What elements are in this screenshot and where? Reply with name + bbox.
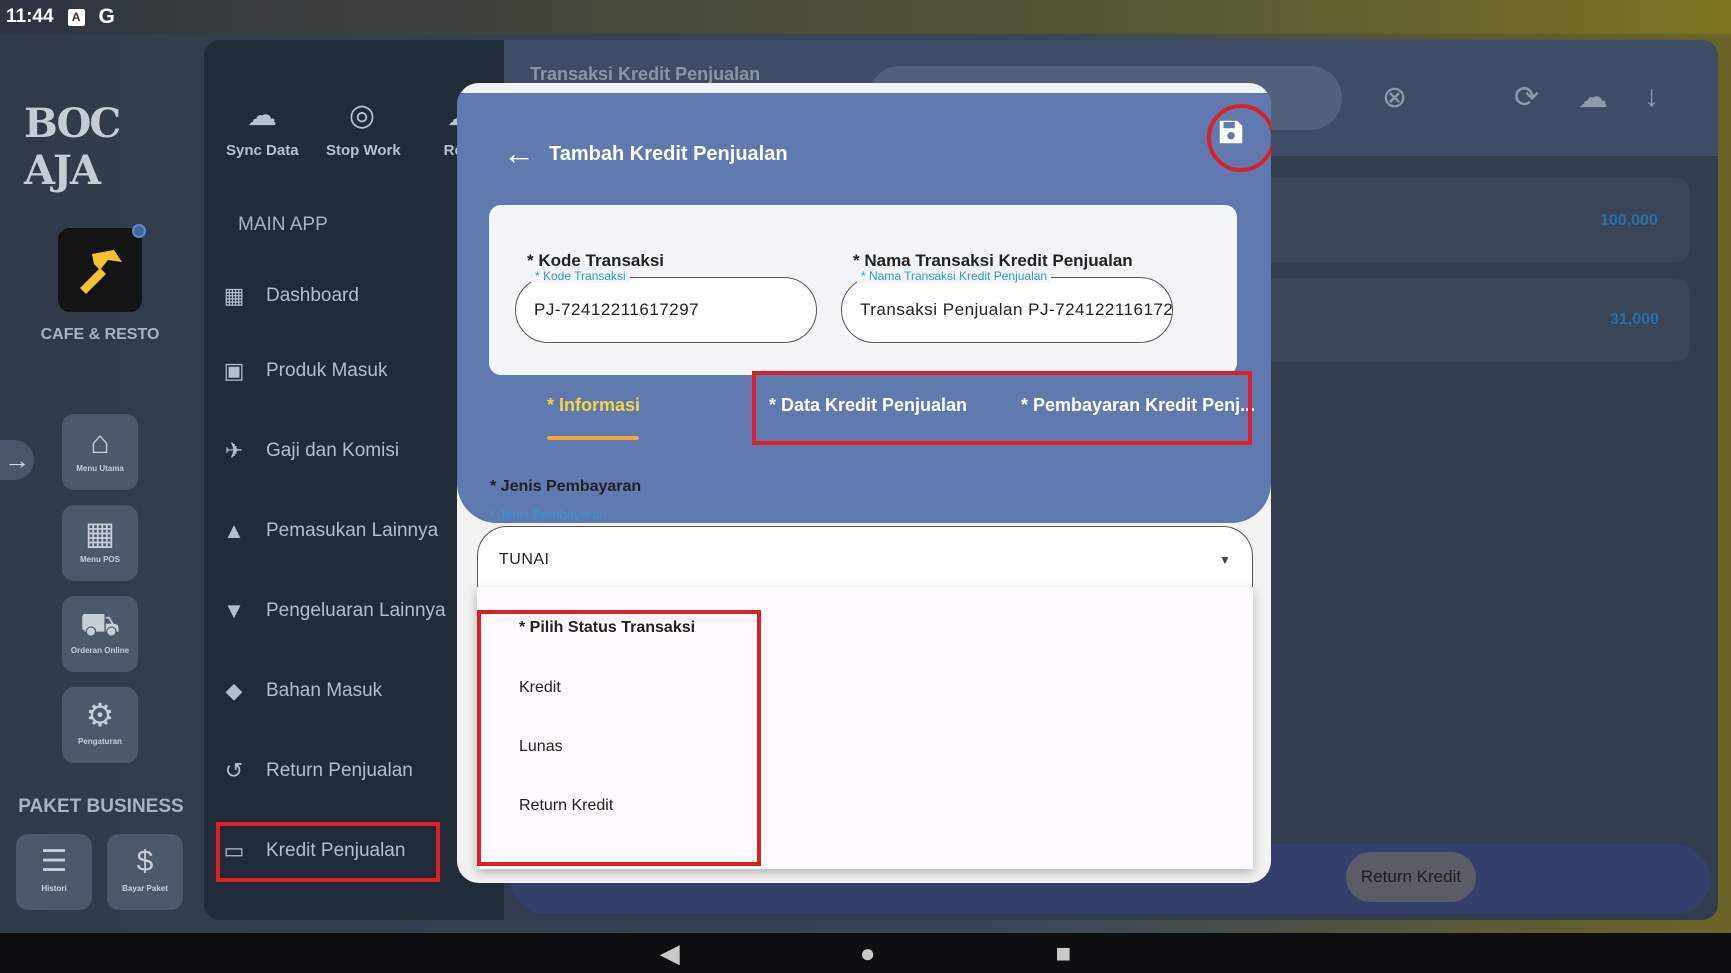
orderan-online-button[interactable]: ⛟ Orderan Online [62, 596, 138, 672]
clear-icon[interactable]: ⊗ [1382, 80, 1407, 115]
refresh-icon[interactable]: ⟳ [1514, 80, 1539, 115]
tab-underline [547, 436, 639, 440]
kode-label: * Kode Transaksi [527, 251, 665, 270]
jenis-pembayaran-select[interactable] [477, 526, 1253, 590]
main-app-label: MAIN APP [238, 214, 328, 235]
android-nav-bar: ◀ ● ■ [0, 933, 1731, 973]
tab-informasi[interactable]: * Informasi [547, 395, 640, 416]
highlight-box-tabs [752, 371, 1252, 445]
menu-utama-button[interactable]: ⌂ Menu Utama [62, 414, 138, 490]
dashboard-icon: ▦ [223, 283, 245, 308]
pengaturan-button[interactable]: ⚙ Pengaturan [62, 687, 138, 763]
app-logo [58, 224, 146, 312]
gear-icon: ⚙ [85, 697, 115, 733]
row-value: 31,000 [1610, 311, 1659, 328]
status-bar: 11:44 A G [0, 0, 1731, 34]
menu-item-return-penjualan[interactable]: ↺ Return Penjualan [218, 746, 413, 796]
app-subtitle: CAFE & RESTO [40, 326, 160, 343]
menu-pos-button[interactable]: ▦ Menu POS [62, 505, 138, 581]
highlight-box-kredit [216, 822, 440, 882]
list-icon: ☰ [40, 845, 68, 878]
menu-item-bahan-masuk[interactable]: ◆ Bahan Masuk [218, 666, 383, 716]
arrow-down-icon[interactable]: ↓ [1644, 80, 1659, 114]
row-value: 100,000 [1600, 212, 1658, 229]
google-icon: G [98, 5, 115, 28]
home-nav-icon[interactable]: ● [860, 938, 876, 969]
fingerprint-icon: ◎ [348, 99, 376, 132]
jenis-label: * Jenis Pembayaran [490, 478, 642, 495]
dialog-title: Tambah Kredit Penjualan [549, 143, 788, 165]
expand-arrow-icon[interactable]: → [0, 440, 34, 480]
menu-item-pemasukan-lainnya[interactable]: ▲ Pemasukan Lainnya [218, 506, 438, 556]
brand-logo: BOC AJA [24, 100, 121, 194]
back-nav-icon[interactable]: ◀ [660, 938, 680, 969]
kode-transaksi-field[interactable]: PJ-72412211617297 [515, 277, 817, 343]
highlight-ring-save [1207, 104, 1271, 172]
notification-a-icon: A [67, 8, 85, 26]
chevron-down-icon[interactable]: ▼ [1219, 553, 1231, 567]
recents-nav-icon[interactable]: ■ [1056, 938, 1072, 969]
home-icon: ⌂ [90, 424, 110, 460]
status-time: 11:44 [6, 6, 54, 27]
kode-float-label: * Kode Transaksi [531, 269, 630, 283]
top-tools: ☁ Sync Data ◎ Stop Work ☁ Resu [204, 96, 498, 159]
highlight-box-dropdown [477, 610, 761, 866]
cloud-upload-icon[interactable]: ☁ [1578, 80, 1608, 115]
cloud-sync-icon: ☁ [247, 99, 277, 132]
status-dot [132, 224, 146, 238]
return-icon: ↺ [224, 758, 244, 783]
income-icon: ▲ [223, 518, 245, 543]
return-kredit-button[interactable]: Return Kredit [1346, 852, 1476, 902]
main-title: Transaksi Kredit Penjualan [530, 64, 761, 84]
paket-label: PAKET BUSINESS [18, 796, 184, 817]
menu-item-produk-masuk[interactable]: ▣ Produk Masuk [218, 346, 388, 396]
nama-transaksi-field[interactable]: Transaksi Penjualan PJ-72412211617297 [841, 277, 1173, 343]
jenis-value: TUNAI [499, 551, 550, 568]
bayar-paket-button[interactable]: $ Bayar Paket [107, 834, 183, 910]
box-icon: ▣ [223, 358, 245, 383]
nama-float-label: * Nama Transaksi Kredit Penjualan [857, 269, 1052, 283]
dollar-icon: $ [136, 845, 154, 878]
tambah-kredit-dialog: ← Tambah Kredit Penjualan * Kode Transak… [457, 83, 1271, 883]
back-arrow-icon[interactable]: ← [503, 135, 535, 172]
histori-button[interactable]: ☰ Histori [16, 834, 92, 910]
store-icon: ▦ [84, 515, 116, 551]
menu-item-pengeluaran-lainnya[interactable]: ▼ Pengeluaran Lainnya [218, 586, 445, 636]
ingredient-icon: ◆ [225, 678, 243, 703]
expense-icon: ▼ [223, 598, 245, 623]
form-card: * Kode Transaksi PJ-72412211617297 * Kod… [489, 205, 1237, 375]
jenis-float-label: * Jenis Pembayaran [490, 507, 607, 522]
sync-data-button[interactable]: ☁ Sync Data [226, 96, 299, 159]
money-icon: ✈ [224, 438, 244, 463]
menu-item-gaji-komisi[interactable]: ✈ Gaji dan Komisi [218, 426, 399, 476]
nama-label: * Nama Transaksi Kredit Penjualan [853, 251, 1133, 270]
hammer-logo-icon [80, 250, 122, 294]
cart-icon: ⛟ [79, 606, 121, 642]
menu-item-dashboard[interactable]: ▦ Dashboard [218, 271, 359, 321]
stop-work-button[interactable]: ◎ Stop Work [326, 96, 401, 159]
